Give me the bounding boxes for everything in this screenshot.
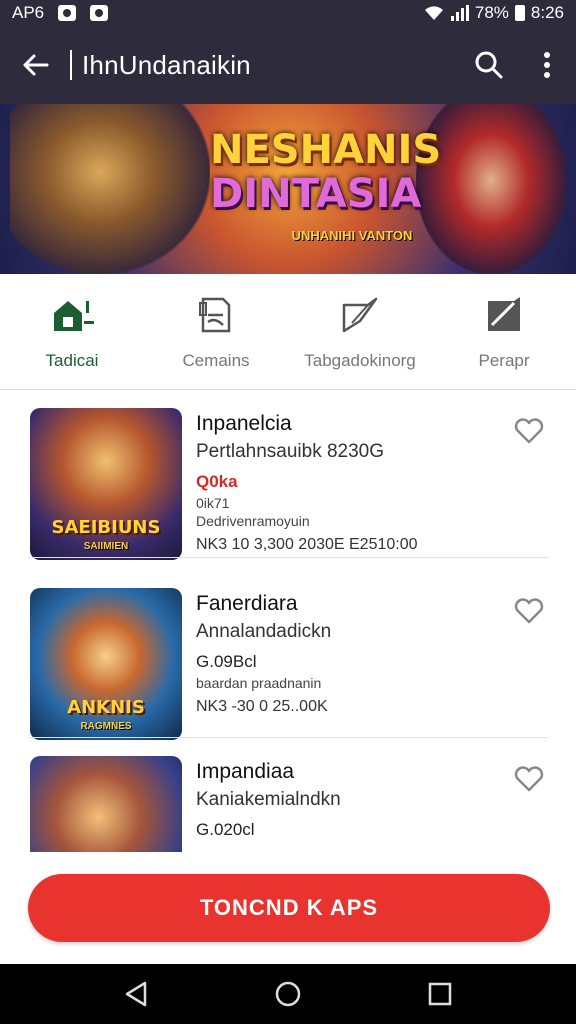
item-price: G.020cl [196,820,255,839]
more-options-button[interactable] [518,26,576,104]
item-title: Inpanelcia [196,412,292,435]
carrier-label: AP6 [12,3,45,22]
tab-label: Tabgadokinorg [304,350,416,370]
item-description: baardan praadnanin [196,675,322,691]
heart-icon[interactable] [514,598,544,624]
item-subtitle: Kaniakemialndkn [196,789,341,810]
tab-cemains[interactable]: Cemains [144,274,288,389]
heart-icon[interactable] [514,766,544,792]
item-thumbnail [30,756,182,852]
item-price: G.09Bcl [196,652,257,671]
tab-tabgadokinorg[interactable]: Tabgadokinorg [288,274,432,389]
more-vert-icon [544,52,550,78]
app-bar: IhnUndanaikin [0,26,576,104]
promo-banner[interactable]: NESHANIS DINTASIA UNHANIHI VANTON [0,104,576,274]
item-subtitle: Annalandadickn [196,621,332,642]
list-item[interactable]: Impandiaa Kaniakemialndkn G.020cl [0,738,576,852]
title-divider [70,50,72,80]
trend-icon [482,293,526,337]
item-thumbnail: ANKNIS RAGMNES [30,588,182,740]
battery-percent: 78% [474,3,509,22]
item-title: Fanerdiara [196,592,298,615]
home-icon [50,293,94,337]
item-list: SAEIBIUNS SAIIMIEN Inpanelcia Pertlahnsa… [0,390,576,852]
status-bar: AP6 78% 8:26 [0,0,576,26]
banner-title-line2: DINTASIA [210,171,422,217]
item-meta: NK3 10 3,300 2030E E2510:00 [196,536,418,553]
wifi-icon [424,6,443,20]
item-description: Dedrivenramoyuin [196,513,310,529]
tab-label: Perapr [478,350,530,370]
signal-icon [450,5,469,21]
clock: 8:26 [530,3,564,22]
notification-icon [58,5,77,21]
nav-home-button[interactable] [268,974,308,1014]
item-thumbnail: SAEIBIUNS SAIIMIEN [30,408,182,560]
battery-icon [514,5,525,21]
arrow-left-icon [23,54,49,76]
item-price: Q0ka [196,472,238,491]
app-notification-icon [90,5,109,21]
thumbnail-subcaption: SAIIMIEN [83,541,129,552]
book-icon [194,293,238,337]
tab-tadicai[interactable]: Tadicai [0,274,144,389]
system-nav-bar [0,964,576,1024]
square-recents-icon [428,982,452,1006]
category-tabs: Tadicai Cemains Tabgadokinorg Perapr [0,274,576,390]
banner-subtitle: UNHANIHI VANTON [291,228,413,243]
page-title: IhnUndanaikin [82,49,251,80]
search-icon [475,51,503,79]
nav-back-button[interactable] [116,974,156,1014]
tab-label: Tadicai [45,350,99,370]
thumbnail-caption: SAEIBIUNS [51,517,161,538]
banner-title-line1: NESHANIS [210,127,442,173]
nav-recents-button[interactable] [420,974,460,1014]
primary-cta-button[interactable]: TONCND K APS [28,874,550,942]
leaf-icon [338,293,382,337]
back-button[interactable] [0,26,70,104]
list-item[interactable]: ANKNIS RAGMNES Fanerdiara Annalandadickn… [0,570,576,740]
list-divider [28,557,548,558]
item-price-note: 0ik71 [196,495,230,511]
item-meta: NK3 -30 0 25..00K [196,698,328,715]
cta-area: TONCND K APS [0,852,576,964]
search-button[interactable] [460,26,518,104]
circle-home-icon [275,981,301,1007]
thumbnail-subcaption: RAGMNES [80,721,132,732]
tab-label: Cemains [182,350,250,370]
triangle-back-icon [125,981,147,1007]
thumbnail-caption: ANKNIS [67,697,145,718]
list-item[interactable]: SAEIBIUNS SAIIMIEN Inpanelcia Pertlahnsa… [0,390,576,560]
item-title: Impandiaa [196,760,295,783]
item-subtitle: Pertlahnsauibk 8230G [196,441,385,462]
banner-hero-left-image [10,104,210,274]
tab-perapr[interactable]: Perapr [432,274,576,389]
heart-icon[interactable] [514,418,544,444]
